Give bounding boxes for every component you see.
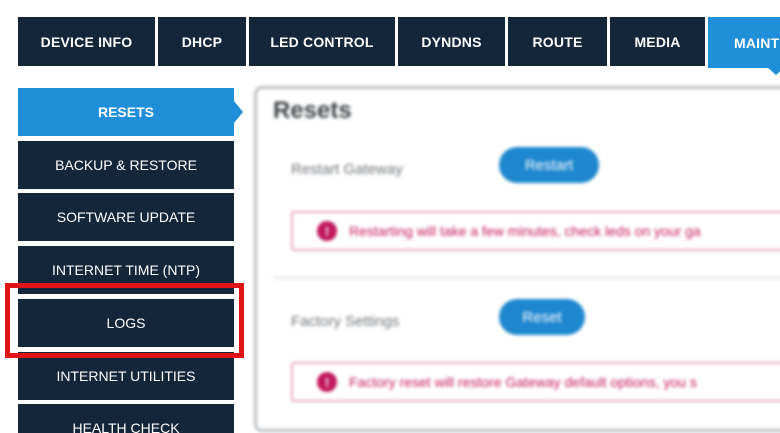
active-side-item-pointer <box>234 101 243 123</box>
tab-dyndns[interactable]: DYNDNS <box>398 17 505 66</box>
active-tab-pointer <box>766 66 780 75</box>
tab-maintenance[interactable]: MAINTE <box>708 17 780 68</box>
alert-icon: ! <box>317 221 337 241</box>
factory-settings-label: Factory Settings <box>291 313 400 330</box>
alert-icon: ! <box>317 372 337 392</box>
tab-media[interactable]: MEDIA <box>610 17 705 66</box>
tab-dhcp[interactable]: DHCP <box>158 17 246 66</box>
side-item-resets[interactable]: RESETS <box>18 88 234 136</box>
router-admin-screen: DEVICE INFO DHCP LED CONTROL DYNDNS ROUT… <box>0 0 780 433</box>
tab-route[interactable]: ROUTE <box>508 17 607 66</box>
side-item-health-check[interactable]: HEALTH CHECK <box>18 404 234 433</box>
resets-panel: Resets Restart Gateway Restart ! Restart… <box>254 86 780 432</box>
factory-notice-text: Factory reset will restore Gateway defau… <box>349 374 697 390</box>
reset-button[interactable]: Reset <box>499 299 585 335</box>
side-item-backup-restore[interactable]: BACKUP & RESTORE <box>18 141 234 189</box>
factory-notice: ! Factory reset will restore Gateway def… <box>291 362 780 402</box>
tab-led-control[interactable]: LED CONTROL <box>249 17 395 66</box>
restart-notice-text: Restarting will take a few minutes, chec… <box>349 223 701 239</box>
restart-gateway-label: Restart Gateway <box>291 161 403 178</box>
restart-button[interactable]: Restart <box>499 147 599 183</box>
side-item-software-update[interactable]: SOFTWARE UPDATE <box>18 193 234 241</box>
restart-notice: ! Restarting will take a few minutes, ch… <box>291 211 780 251</box>
page-title: Resets <box>273 97 352 124</box>
tab-device-info[interactable]: DEVICE INFO <box>18 17 155 66</box>
logs-highlight-frame <box>5 283 244 358</box>
side-item-internet-utilities[interactable]: INTERNET UTILITIES <box>18 352 234 400</box>
section-divider <box>273 277 780 279</box>
